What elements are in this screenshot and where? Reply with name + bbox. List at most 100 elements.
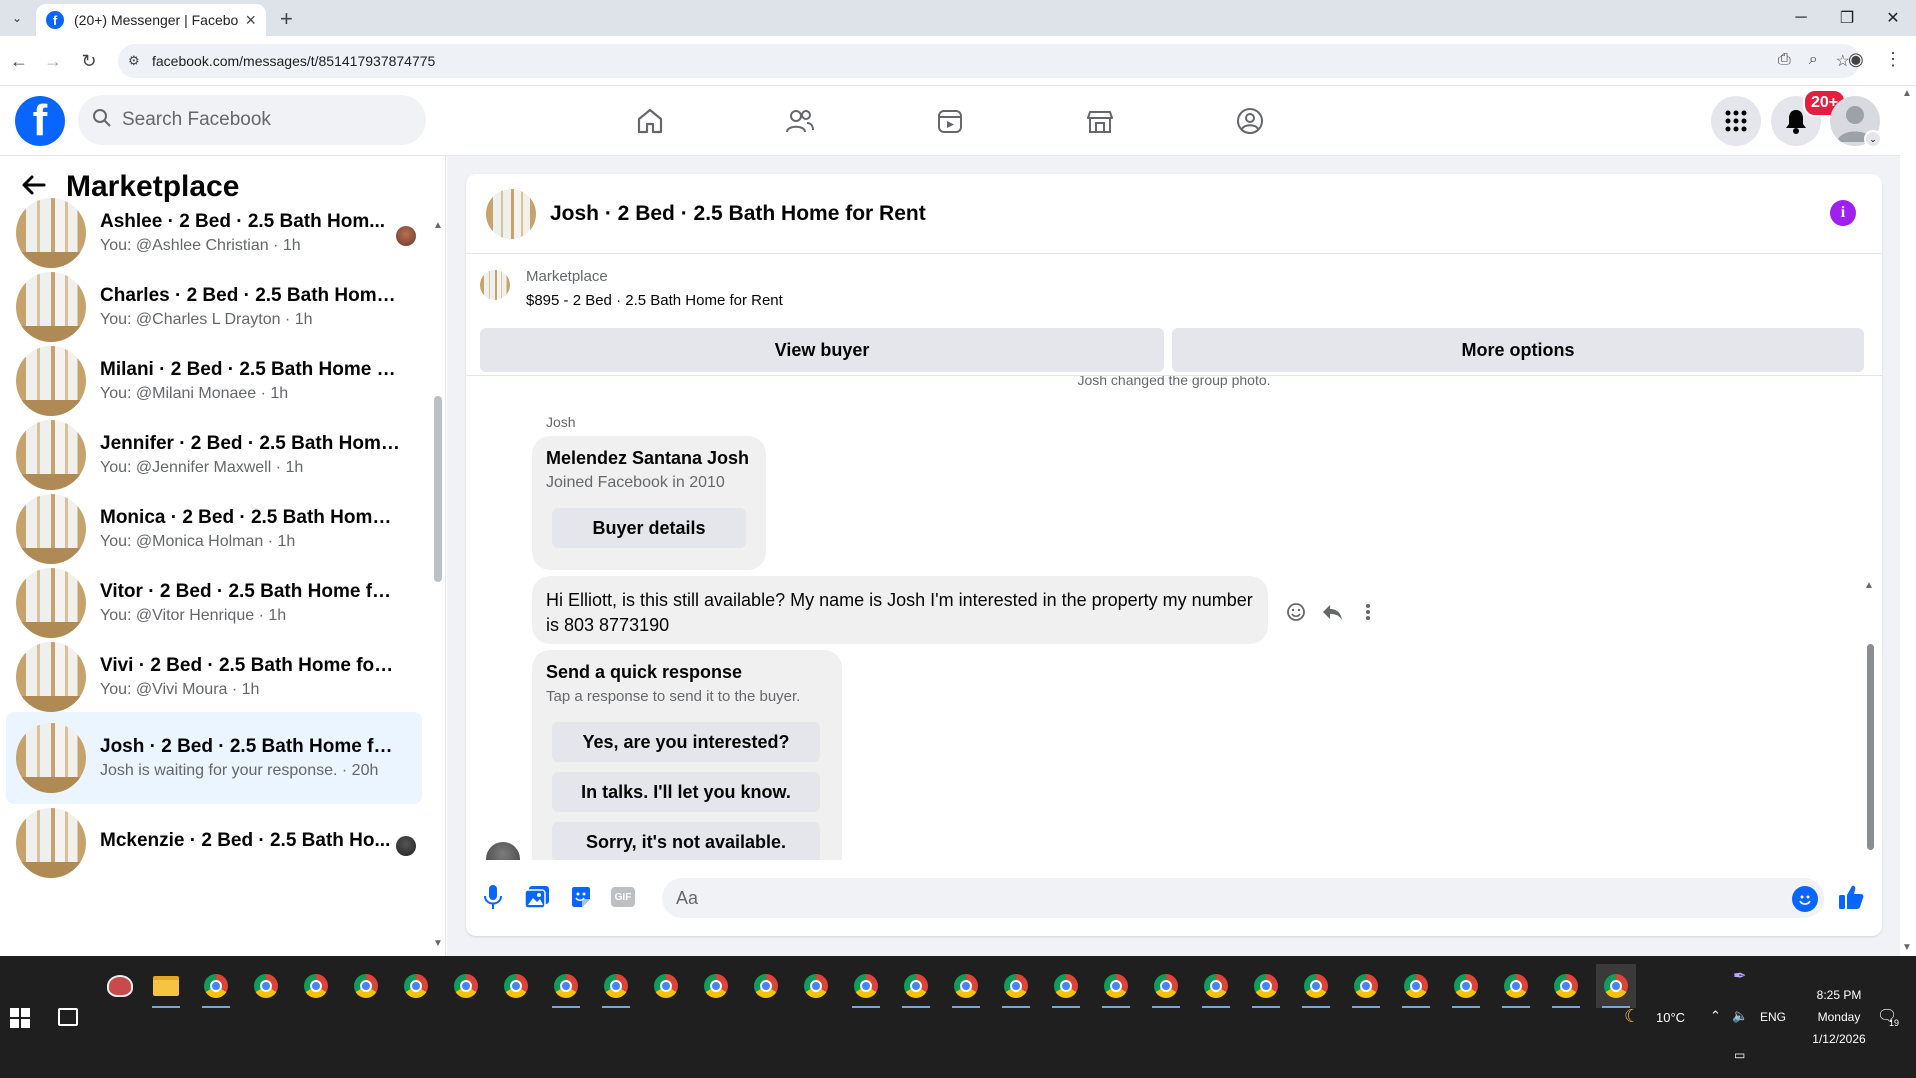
chrome-icon[interactable] <box>796 964 836 1008</box>
scroll-down-arrow-icon[interactable]: ▼ <box>433 938 443 949</box>
view-buyer-button[interactable]: View buyer <box>480 328 1164 372</box>
listing-description[interactable]: $895 - 2 Bed · 2.5 Bath Home for Rent <box>526 292 783 309</box>
conversation-item[interactable]: Ashlee · 2 Bed · 2.5 Bath Hom... You: @A… <box>6 194 422 272</box>
weather-moon-icon[interactable]: ☾ <box>1624 1006 1640 1027</box>
gaming-icon[interactable] <box>1229 100 1271 142</box>
menu-grid-icon[interactable] <box>1711 96 1761 146</box>
conversation-item[interactable]: Jennifer · 2 Bed · 2.5 Bath Home ... You… <box>6 416 422 494</box>
file-explorer-icon[interactable] <box>146 964 186 1008</box>
install-app-icon[interactable]: ⎙ <box>1778 51 1791 71</box>
chrome-icon[interactable] <box>446 964 486 1008</box>
conversation-item[interactable]: Charles · 2 Bed · 2.5 Bath Home f... You… <box>6 268 422 346</box>
like-thumbs-up-icon[interactable] <box>1836 882 1866 912</box>
clock-time[interactable]: 8:25 PM <box>1804 988 1874 1002</box>
chrome-icon[interactable] <box>746 964 786 1008</box>
chrome-icon[interactable] <box>196 964 236 1008</box>
sticker-icon[interactable] <box>566 882 596 912</box>
chrome-icon[interactable] <box>1396 964 1436 1008</box>
address-bar[interactable]: ⚙ facebook.com/messages/t/85141793787477… <box>118 44 1860 78</box>
chrome-icon[interactable] <box>696 964 736 1008</box>
chrome-icon[interactable] <box>846 964 886 1008</box>
forward-button[interactable]: → <box>40 48 66 74</box>
info-icon[interactable]: i <box>1830 200 1856 226</box>
chrome-icon[interactable] <box>1246 964 1286 1008</box>
chrome-icon[interactable] <box>1096 964 1136 1008</box>
chrome-icon[interactable] <box>1146 964 1186 1008</box>
chrome-icon[interactable] <box>896 964 936 1008</box>
chevron-down-icon[interactable]: ⌄ <box>1864 130 1882 148</box>
browser-profile-icon[interactable]: ◉ <box>1848 49 1864 70</box>
quick-response-option[interactable]: Sorry, it's not available. <box>552 822 820 860</box>
quick-response-option[interactable]: Yes, are you interested? <box>552 722 820 762</box>
chrome-icon[interactable] <box>496 964 536 1008</box>
chat-listing-thumbnail[interactable] <box>486 188 536 239</box>
photo-gallery-icon[interactable] <box>522 882 552 912</box>
chrome-icon[interactable] <box>596 964 636 1008</box>
video-icon[interactable] <box>929 100 971 142</box>
scroll-up-arrow-icon[interactable]: ▲ <box>1864 580 1874 591</box>
chrome-icon[interactable] <box>1346 964 1386 1008</box>
chrome-icon[interactable] <box>296 964 336 1008</box>
volume-icon[interactable]: 🔈 <box>1732 1008 1748 1024</box>
scroll-up-arrow-icon[interactable]: ▲ <box>1902 88 1912 99</box>
chrome-icon[interactable] <box>546 964 586 1008</box>
page-scrollbar[interactable] <box>1900 86 1916 956</box>
emoji-icon[interactable] <box>1792 886 1818 912</box>
close-window-button[interactable]: ✕ <box>1870 4 1916 32</box>
chrome-icon[interactable] <box>1546 964 1586 1008</box>
chrome-icon[interactable] <box>996 964 1036 1008</box>
sender-avatar[interactable] <box>486 842 520 860</box>
new-tab-button[interactable]: + <box>280 6 293 32</box>
chrome-icon-active[interactable] <box>1596 964 1636 1008</box>
task-view-icon[interactable] <box>58 1008 78 1026</box>
more-vertical-icon[interactable] <box>1356 600 1380 624</box>
conversation-item[interactable]: Vivi · 2 Bed · 2.5 Bath Home for ... You… <box>6 638 422 716</box>
restore-button[interactable]: ❐ <box>1824 4 1870 32</box>
browser-menu-icon[interactable]: ⋮ <box>1884 49 1902 70</box>
chrome-icon[interactable] <box>946 964 986 1008</box>
search-bar[interactable] <box>78 95 426 145</box>
conversation-item[interactable]: Mckenzie · 2 Bed · 2.5 Bath Ho... <box>6 804 422 882</box>
message-bubble[interactable]: Hi Elliott, is this still available? My … <box>532 576 1268 644</box>
show-hidden-icons-chevron-icon[interactable]: ⌃ <box>1710 1008 1721 1024</box>
chrome-icon[interactable] <box>1296 964 1336 1008</box>
clock-day[interactable]: Monday <box>1804 1010 1874 1024</box>
gif-icon[interactable]: GIF <box>608 882 638 912</box>
message-input[interactable] <box>662 878 1824 918</box>
tab-search-button[interactable]: ⌄ <box>6 7 28 29</box>
chrome-icon[interactable] <box>1196 964 1236 1008</box>
browser-tab[interactable]: f (20+) Messenger | Facebook × <box>36 4 266 36</box>
pen-tray-icon[interactable]: ✒ <box>1733 966 1746 986</box>
buyer-details-button[interactable]: Buyer details <box>552 508 746 548</box>
close-tab-icon[interactable]: × <box>245 10 256 31</box>
marketplace-icon[interactable] <box>1079 100 1121 142</box>
more-options-button[interactable]: More options <box>1172 328 1864 372</box>
message-scrollbar[interactable] <box>1867 644 1874 850</box>
site-info-icon[interactable]: ⚙ <box>128 53 140 69</box>
chrome-icon[interactable] <box>246 964 286 1008</box>
windows-start-icon[interactable] <box>10 1008 30 1028</box>
scroll-down-arrow-icon[interactable]: ▼ <box>1902 942 1912 953</box>
react-emoji-icon[interactable] <box>1284 600 1308 624</box>
weather-temp[interactable]: 10°C <box>1656 1010 1685 1025</box>
sidebar-scrollbar[interactable] <box>434 396 442 582</box>
minimize-button[interactable]: ─ <box>1778 4 1824 32</box>
clock-date[interactable]: 1/12/2026 <box>1804 1032 1874 1046</box>
conversation-item-active[interactable]: Josh · 2 Bed · 2.5 Bath Home for ... Jos… <box>6 712 422 804</box>
chrome-icon[interactable] <box>396 964 436 1008</box>
chrome-icon[interactable] <box>1046 964 1086 1008</box>
chrome-icon[interactable] <box>346 964 386 1008</box>
quick-response-option[interactable]: In talks. I'll let you know. <box>552 772 820 812</box>
reply-icon[interactable] <box>1320 600 1344 624</box>
zoom-icon[interactable]: ⌕ <box>1809 51 1818 71</box>
chrome-icon[interactable] <box>1446 964 1486 1008</box>
language-indicator[interactable]: ENG <box>1760 1010 1786 1024</box>
chrome-icon[interactable] <box>646 964 686 1008</box>
microphone-icon[interactable] <box>478 882 508 912</box>
taskbar-app-ghost-icon[interactable] <box>100 964 140 1008</box>
back-button[interactable]: ← <box>6 48 32 74</box>
chrome-icon[interactable] <box>1496 964 1536 1008</box>
scroll-up-arrow-icon[interactable]: ▲ <box>433 220 443 231</box>
conversation-item[interactable]: Vitor · 2 Bed · 2.5 Bath Home for... You… <box>6 564 422 642</box>
chat-title[interactable]: Josh · 2 Bed · 2.5 Bath Home for Rent <box>550 202 926 226</box>
